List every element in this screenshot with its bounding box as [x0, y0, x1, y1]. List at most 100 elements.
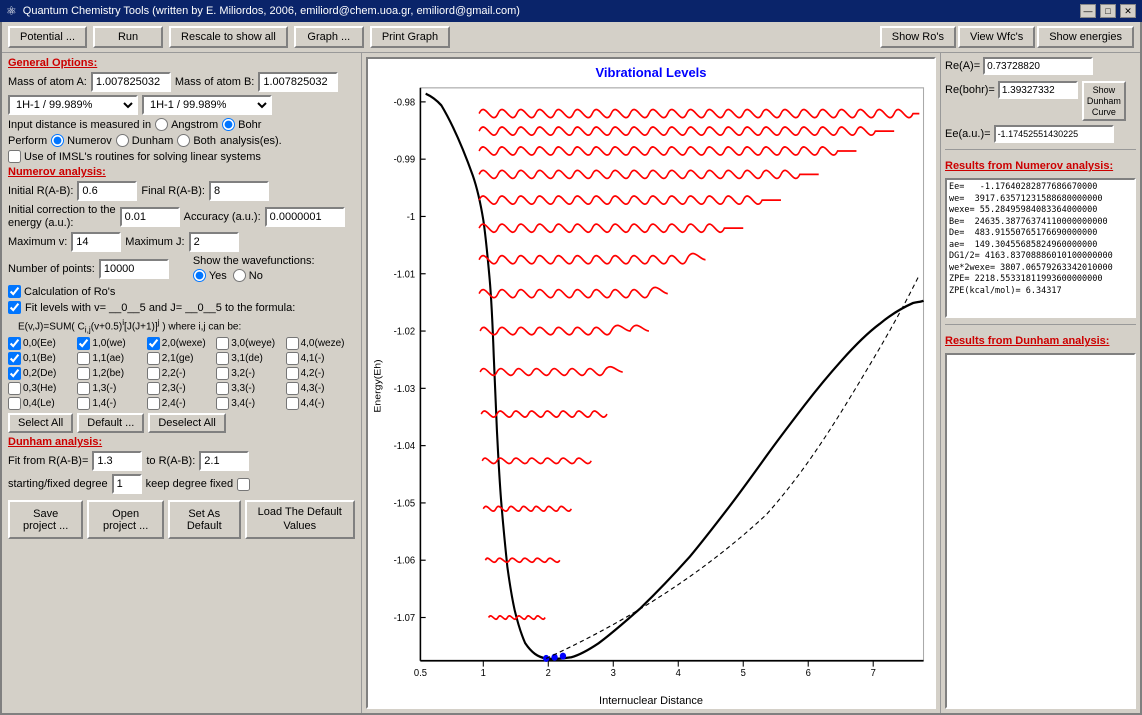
checkbox-grid: 0,0(Ee) 1,0(we) 2,0(wexe) 3,0(weye) 4,0(…: [8, 337, 355, 410]
re-bohr-input[interactable]: [998, 81, 1078, 99]
accuracy-label: Accuracy (a.u.):: [184, 211, 261, 223]
fit-levels-row: Fit levels with v= __0__5 and J= __0__5 …: [8, 301, 355, 314]
show-energies-button[interactable]: Show energies: [1037, 26, 1134, 48]
svg-text:-0.99: -0.99: [394, 154, 416, 166]
show-dunham-curve-button[interactable]: Show Dunham Curve: [1082, 81, 1126, 121]
to-label: to R(A-B):: [146, 455, 195, 467]
points-row: Number of points: Show the wavefunctions…: [8, 255, 355, 282]
rescale-button[interactable]: Rescale to show all: [169, 26, 288, 48]
cb-24: 2,4(-): [147, 397, 216, 410]
maxv-input[interactable]: [71, 232, 121, 252]
isotope-b-select[interactable]: 1H-1 / 99.989%: [142, 95, 272, 115]
svg-text:-1.07: -1.07: [394, 613, 416, 625]
maxv-row: Maximum v: Maximum J:: [8, 232, 355, 252]
mass-a-input[interactable]: [91, 72, 171, 92]
formula-text: E(v,J)=SUM( Ci,j(v+0.5)i[J(J+1)]j ) wher…: [18, 317, 241, 334]
re-bohr-row: Re(bohr)= Show Dunham Curve: [945, 81, 1136, 121]
mass-b-input[interactable]: [258, 72, 338, 92]
mass-row: Mass of atom A: Mass of atom B:: [8, 72, 355, 92]
deselect-all-button[interactable]: Deselect All: [148, 413, 225, 433]
calc-ros-checkbox[interactable]: [8, 285, 21, 298]
svg-text:-1.06: -1.06: [394, 555, 416, 567]
graph-button[interactable]: Graph ...: [294, 26, 364, 48]
open-project-button[interactable]: Open project ...: [87, 500, 164, 538]
potential-button[interactable]: Potential ...: [8, 26, 87, 48]
fit-from-input[interactable]: [92, 451, 142, 471]
save-row: Save project ... Open project ... Set As…: [8, 500, 355, 538]
cb-10: 1,0(we): [77, 337, 146, 350]
cb-20: 2,0(wexe): [147, 337, 216, 350]
to-input[interactable]: [199, 451, 249, 471]
show-wf-no-radio[interactable]: [233, 269, 246, 282]
angstrom-radio[interactable]: [155, 118, 168, 131]
right-panel: Re(A)= Re(bohr)= Show Dunham Curve Ee(a.…: [940, 53, 1140, 713]
maxj-input[interactable]: [189, 232, 239, 252]
cb-23: 2,3(-): [147, 382, 216, 395]
left-panel: General Options: Mass of atom A: Mass of…: [2, 53, 362, 713]
svg-text:-1.03: -1.03: [394, 383, 416, 395]
cb-43: 4,3(-): [286, 382, 355, 395]
graph-area: Vibrational Levels -0.98 -0.99 -1 -1.01: [362, 53, 940, 713]
numerov-radio[interactable]: [51, 134, 64, 147]
accuracy-input[interactable]: [265, 207, 345, 227]
load-default-button[interactable]: Load The Default Values: [245, 500, 355, 538]
dunham-radio[interactable]: [116, 134, 129, 147]
svg-text:6: 6: [806, 668, 812, 680]
bohr-radio[interactable]: [222, 118, 235, 131]
dunham-results-title: Results from Dunham analysis:: [945, 335, 1136, 347]
default-button[interactable]: Default ...: [77, 413, 144, 433]
rab-row: Initial R(A-B): Final R(A-B):: [8, 181, 355, 201]
correction-label: Initial correction to the: [8, 204, 116, 216]
imsl-checkbox[interactable]: [8, 150, 21, 163]
show-ros-button[interactable]: Show Ro's: [880, 26, 956, 48]
set-default-button[interactable]: Set As Default: [168, 500, 241, 538]
svg-text:3: 3: [611, 668, 617, 680]
perform-label: Perform: [8, 135, 47, 147]
print-graph-button[interactable]: Print Graph: [370, 26, 450, 48]
save-project-button[interactable]: Save project ...: [8, 500, 83, 538]
view-wfcs-button[interactable]: View Wfc's: [958, 26, 1035, 48]
initial-rab-input[interactable]: [77, 181, 137, 201]
ee-input[interactable]: [994, 125, 1114, 143]
bohr-radio-label[interactable]: Bohr: [222, 118, 261, 131]
close-button[interactable]: ✕: [1120, 4, 1136, 18]
show-wf-yes-radio[interactable]: [193, 269, 206, 282]
maximize-button[interactable]: □: [1100, 4, 1116, 18]
numerov-results-area: Ee= -1.17640282877686670000 we= 3917.635…: [945, 178, 1136, 318]
points-input[interactable]: [99, 259, 169, 279]
title-bar-controls: — □ ✕: [1080, 4, 1136, 18]
separator-1: [945, 149, 1136, 150]
isotope-a-select[interactable]: 1H-1 / 99.989%: [8, 95, 138, 115]
graph-title: Vibrational Levels: [368, 65, 934, 80]
svg-text:-0.98: -0.98: [394, 97, 416, 109]
final-rab-input[interactable]: [209, 181, 269, 201]
perform-row: Perform Numerov Dunham Both analysis(es)…: [8, 134, 355, 147]
calc-ros-row: Calculation of Ro's: [8, 285, 355, 298]
keep-degree-checkbox[interactable]: [237, 478, 250, 491]
fit-from-label: Fit from R(A-B)=: [8, 455, 88, 467]
top-toolbar: Potential ... Run Rescale to show all Gr…: [2, 22, 1140, 53]
graph-container: Vibrational Levels -0.98 -0.99 -1 -1.01: [366, 57, 936, 709]
mass-a-label: Mass of atom A:: [8, 76, 87, 88]
minimize-button[interactable]: —: [1080, 4, 1096, 18]
starting-degree-input[interactable]: [112, 474, 142, 494]
angstrom-radio-label[interactable]: Angstrom: [155, 118, 218, 131]
svg-text:-1.04: -1.04: [394, 441, 416, 453]
re-a-input[interactable]: [983, 57, 1093, 75]
fit-levels-checkbox[interactable]: [8, 301, 21, 314]
both-radio[interactable]: [177, 134, 190, 147]
run-button[interactable]: Run: [93, 26, 163, 48]
distance-row: Input distance is measured in Angstrom B…: [8, 118, 355, 131]
cb-00: 0,0(Ee): [8, 337, 77, 350]
dunham-results-area: [945, 353, 1136, 709]
energy-input[interactable]: [120, 207, 180, 227]
formula-row: E(v,J)=SUM( Ci,j(v+0.5)i[J(J+1)]j ) wher…: [18, 317, 355, 334]
select-all-button[interactable]: Select All: [8, 413, 73, 433]
maxv-label: Maximum v:: [8, 236, 67, 248]
cb-31: 3,1(de): [216, 352, 285, 365]
analysis-label: analysis(es).: [220, 135, 282, 147]
cb-32: 3,2(-): [216, 367, 285, 380]
cb-40: 4,0(weze): [286, 337, 355, 350]
energy-label: energy (a.u.):: [8, 217, 116, 229]
correction-row: Initial correction to the energy (a.u.):…: [8, 204, 355, 229]
